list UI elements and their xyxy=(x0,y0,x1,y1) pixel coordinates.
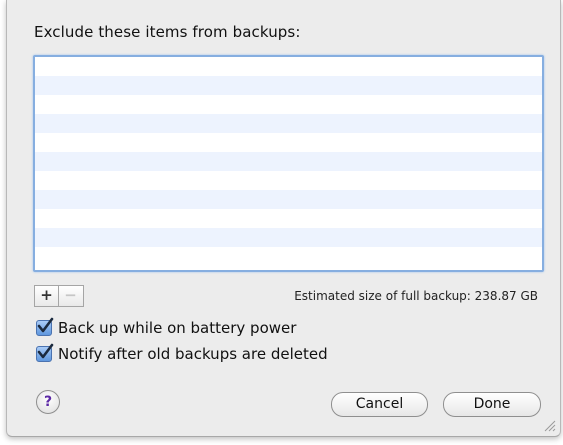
list-row[interactable] xyxy=(35,190,542,209)
cancel-button[interactable]: Cancel xyxy=(331,392,428,417)
notify-deleted-option[interactable]: Notify after old backups are deleted xyxy=(36,343,328,363)
list-row[interactable] xyxy=(35,133,542,152)
estimated-size-label: Estimated size of full backup: 238.87 GB xyxy=(294,289,538,303)
add-item-button[interactable]: + xyxy=(35,286,58,306)
dialog-title: Exclude these items from backups: xyxy=(34,23,301,41)
list-row[interactable] xyxy=(35,95,542,114)
battery-power-checkbox[interactable] xyxy=(36,317,54,336)
list-row[interactable] xyxy=(35,152,542,171)
excluded-items-list[interactable] xyxy=(33,55,544,272)
exclusions-sheet: Exclude these items from backups: + − Es… xyxy=(6,0,561,437)
done-button[interactable]: Done xyxy=(443,392,541,417)
battery-power-label: Back up while on battery power xyxy=(58,319,297,337)
help-button[interactable]: ? xyxy=(36,390,60,414)
list-row[interactable] xyxy=(35,209,542,228)
resize-grip-icon[interactable] xyxy=(544,420,556,432)
list-row[interactable] xyxy=(35,171,542,190)
notify-deleted-checkbox[interactable] xyxy=(36,343,54,362)
notify-deleted-label: Notify after old backups are deleted xyxy=(58,345,328,363)
list-row[interactable] xyxy=(35,247,542,266)
list-row[interactable] xyxy=(35,76,542,95)
list-row[interactable] xyxy=(35,114,542,133)
checkmark-icon xyxy=(37,317,54,333)
list-row[interactable] xyxy=(35,57,542,76)
add-remove-control: + − xyxy=(34,285,84,307)
checkmark-icon xyxy=(37,343,54,359)
battery-power-option[interactable]: Back up while on battery power xyxy=(36,317,297,337)
list-row[interactable] xyxy=(35,228,542,247)
remove-item-button[interactable]: − xyxy=(58,286,82,306)
